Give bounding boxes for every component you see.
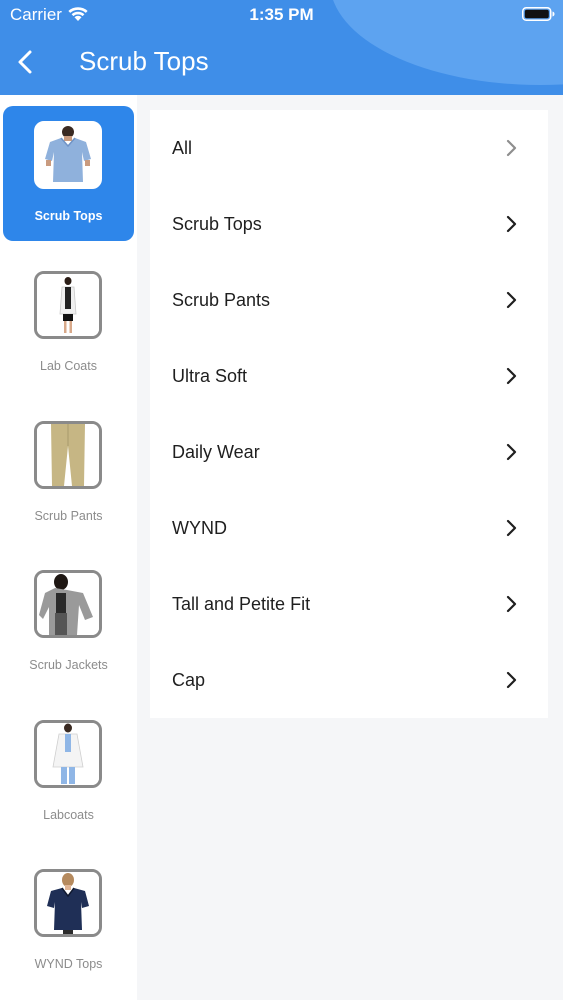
category-thumbnail (34, 720, 102, 788)
category-item-wynd-tops[interactable]: WYND Tops (3, 854, 134, 989)
category-label: WYND Tops (34, 957, 103, 971)
subcategory-label: Scrub Tops (172, 214, 262, 234)
subcategory-label: Cap (172, 670, 206, 690)
subcategory-label: Daily Wear (172, 442, 260, 462)
category-item-lab-coats[interactable]: Lab Coats (3, 256, 134, 391)
subcategory-row-ultra-soft[interactable]: Ultra Soft (150, 338, 548, 414)
wynd-top-image (37, 872, 99, 934)
subcategory-row-daily-wear[interactable]: Daily Wear (150, 414, 548, 490)
scrub-top-image (37, 124, 99, 186)
subcategory-row-all[interactable]: All (150, 110, 548, 186)
chevron-right-icon (506, 671, 517, 689)
labcoat-image (37, 723, 99, 785)
navigation-header: Carrier 1:35 PM Scrub Tops (0, 0, 563, 95)
status-bar: Carrier 1:35 PM (0, 0, 563, 30)
status-time: 1:35 PM (249, 5, 314, 24)
subcategory-row-tall-and-petite-fit[interactable]: Tall and Petite Fit (150, 566, 548, 642)
category-item-scrub-jackets[interactable]: Scrub Jackets (3, 555, 134, 690)
category-label: Scrub Tops (34, 209, 103, 223)
subcategory-row-scrub-tops[interactable]: Scrub Tops (150, 186, 548, 262)
category-label: Labcoats (43, 808, 94, 822)
chevron-right-icon (506, 367, 517, 385)
category-thumbnail (34, 421, 102, 489)
lab-coat-image (37, 274, 99, 336)
category-label: Scrub Jackets (29, 658, 108, 672)
category-item-labcoats[interactable]: Labcoats (3, 705, 134, 840)
subcategory-row-cap[interactable]: Cap (150, 642, 548, 718)
page-title: Scrub Tops (79, 46, 209, 76)
chevron-right-icon (506, 519, 517, 537)
category-thumbnail (34, 271, 102, 339)
subcategory-row-scrub-pants[interactable]: Scrub Pants (150, 262, 548, 338)
subcategory-label: Tall and Petite Fit (172, 594, 311, 614)
chevron-left-icon[interactable] (14, 49, 38, 75)
chevron-right-icon (506, 139, 517, 157)
chevron-right-icon (506, 215, 517, 233)
category-thumbnail (34, 869, 102, 937)
category-label: Lab Coats (40, 359, 97, 373)
scrub-pants-image (37, 424, 99, 486)
category-thumbnail (34, 570, 102, 638)
scrub-jacket-image (37, 573, 99, 635)
battery-icon (522, 7, 555, 21)
chevron-right-icon (506, 443, 517, 461)
category-label: Scrub Pants (34, 509, 103, 523)
category-item-scrub-tops[interactable]: Scrub Tops (3, 106, 134, 241)
chevron-right-icon (506, 595, 517, 613)
subcategory-label: Scrub Pants (172, 290, 271, 310)
subcategory-label: All (172, 138, 193, 158)
category-thumbnail (34, 121, 102, 189)
subcategory-list: All Scrub Tops Scrub Pants Ultra Soft Da… (150, 110, 548, 718)
subcategory-row-wynd[interactable]: WYND (150, 490, 548, 566)
subcategory-label: Ultra Soft (172, 366, 248, 386)
category-sidebar: Scrub Tops Lab Coats Scrub Pants Scrub J… (0, 95, 137, 1000)
category-item-scrub-pants[interactable]: Scrub Pants (3, 406, 134, 541)
chevron-right-icon (506, 291, 517, 309)
subcategory-label: WYND (172, 518, 227, 538)
